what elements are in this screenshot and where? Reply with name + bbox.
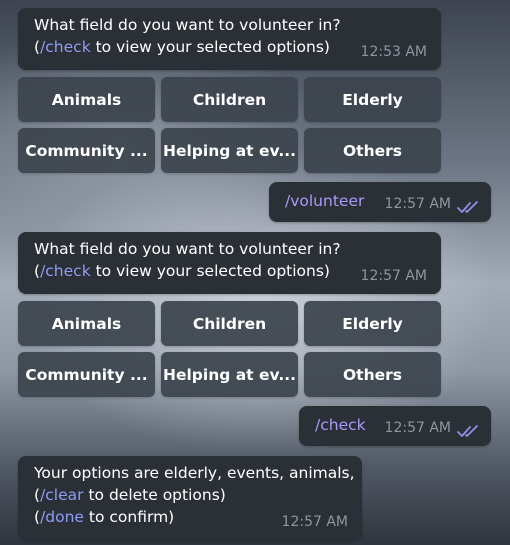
clear-command-link[interactable]: /clear <box>40 486 83 504</box>
bot-message: What field do you want to volunteer in? … <box>18 232 441 294</box>
option-button-animals[interactable]: Animals <box>18 301 155 346</box>
bot-message: Your options are elderly, events, animal… <box>18 456 362 540</box>
check-command-link[interactable]: /check <box>40 262 91 280</box>
outgoing-command[interactable]: /check <box>315 416 366 434</box>
message-text: (/check to view your selected options) <box>34 262 330 280</box>
message-timestamp: 12:57 AM <box>360 268 427 284</box>
outgoing-command[interactable]: /volunteer <box>285 192 364 210</box>
check-command-link[interactable]: /check <box>40 38 91 56</box>
option-button-others[interactable]: Others <box>304 128 441 173</box>
message-text: Your options are elderly, events, animal… <box>34 464 355 482</box>
message-timestamp: 12:53 AM <box>360 44 427 60</box>
option-button-elderly[interactable]: Elderly <box>304 77 441 122</box>
double-check-icon <box>457 201 478 213</box>
message-timestamp: 12:57 AM <box>281 514 348 530</box>
message-timestamp: 12:57 AM <box>384 196 451 212</box>
message-text: (/done to confirm) <box>34 508 175 526</box>
double-check-icon <box>457 425 478 437</box>
option-button-helping-at-events[interactable]: Helping at ev... <box>161 128 298 173</box>
option-button-helping-at-events[interactable]: Helping at ev... <box>161 352 298 397</box>
message-timestamp: 12:57 AM <box>384 420 451 436</box>
outgoing-message: /check 12:57 AM <box>299 406 491 446</box>
option-button-children[interactable]: Children <box>161 301 298 346</box>
message-text: What field do you want to volunteer in? <box>34 16 341 34</box>
option-button-children[interactable]: Children <box>161 77 298 122</box>
message-text: (/check to view your selected options) <box>34 38 330 56</box>
bot-message: What field do you want to volunteer in? … <box>18 8 441 70</box>
done-command-link[interactable]: /done <box>40 508 84 526</box>
message-text: (/clear to delete options) <box>34 486 226 504</box>
option-button-community[interactable]: Community ... <box>18 128 155 173</box>
option-button-community[interactable]: Community ... <box>18 352 155 397</box>
option-button-elderly[interactable]: Elderly <box>304 301 441 346</box>
message-text: What field do you want to volunteer in? <box>34 240 341 258</box>
outgoing-message: /volunteer 12:57 AM <box>269 182 491 222</box>
option-button-others[interactable]: Others <box>304 352 441 397</box>
option-button-animals[interactable]: Animals <box>18 77 155 122</box>
